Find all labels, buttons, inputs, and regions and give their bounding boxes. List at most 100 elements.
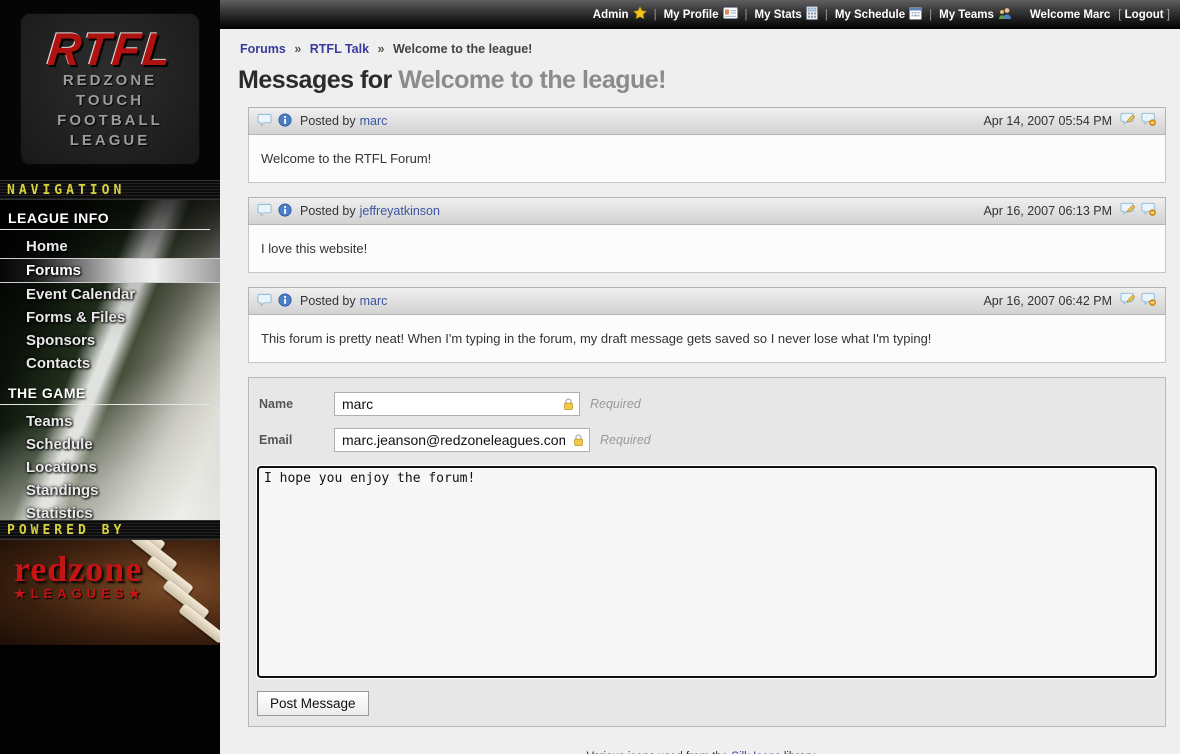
calculator-icon	[806, 6, 818, 23]
sidebar-item-teams[interactable]: Teams	[0, 410, 220, 433]
forum-message: Posted by marc Apr 14, 2007 05:54 PM Wel…	[248, 107, 1166, 183]
page-title-prefix: Messages for	[238, 66, 398, 94]
message-body: Welcome to the RTFL Forum!	[248, 135, 1166, 183]
comment-delete-icon[interactable]	[1141, 202, 1157, 220]
message-header-right: Apr 16, 2007 06:42 PM	[983, 292, 1157, 310]
admin-label: Admin	[593, 9, 629, 21]
message-timestamp: Apr 16, 2007 06:42 PM	[983, 294, 1112, 308]
the-game-list: Teams Schedule Locations Standings Stati…	[0, 405, 220, 520]
logout-wrap: [ Logout ]	[1118, 9, 1170, 21]
sidebar-item-standings[interactable]: Standings	[0, 479, 220, 502]
page-footer: Various icons used from the Silk Icons l…	[238, 747, 1166, 754]
welcome-user-label: Welcome Marc	[1030, 9, 1110, 21]
required-label: Required	[600, 433, 651, 447]
message-header-icons	[257, 293, 292, 310]
league-info-list: Home Forums Event Calendar Forms & Files…	[0, 230, 220, 375]
topbar: Admin | My Profile | My Stats | My Sched…	[220, 0, 1180, 29]
post-message-button[interactable]: Post Message	[257, 691, 369, 716]
comment-icon[interactable]	[257, 113, 272, 130]
topbar-my-schedule-link[interactable]: My Schedule	[835, 6, 922, 23]
required-label: Required	[590, 397, 641, 411]
content: Forums » RTFL Talk » Welcome to the leag…	[220, 29, 1180, 754]
message-header-icons	[257, 113, 292, 130]
topbar-my-teams-link[interactable]: My Teams	[939, 7, 1012, 23]
breadcrumb-current: Welcome to the league!	[393, 42, 532, 56]
rtfl-logo: RTFL REDZONE TOUCH FOOTBALL LEAGUE	[20, 13, 200, 165]
logo-line: LEAGUE	[57, 131, 163, 151]
name-row: Name Required	[257, 392, 1157, 416]
info-icon[interactable]	[278, 293, 292, 310]
rtfl-logo-acronym: RTFL	[45, 27, 174, 71]
comment-delete-icon[interactable]	[1141, 292, 1157, 310]
sidebar-bottom-fill	[0, 650, 220, 754]
breadcrumb-separator: »	[378, 42, 385, 56]
sidebar-item-forums[interactable]: Forums	[0, 258, 220, 283]
message-body: This forum is pretty neat! When I'm typi…	[248, 315, 1166, 363]
author-link[interactable]: jeffreyatkinson	[360, 204, 440, 218]
sidebar-item-sponsors[interactable]: Sponsors	[0, 329, 220, 352]
topbar-my-profile-link[interactable]: My Profile	[664, 7, 738, 22]
breadcrumb-separator: »	[294, 42, 301, 56]
email-label: Email	[257, 433, 334, 447]
forum-message: Posted by marc Apr 16, 2007 06:42 PM Thi…	[248, 287, 1166, 363]
powered-by-header: POWERED BY	[0, 520, 220, 540]
sidebar-item-schedule[interactable]: Schedule	[0, 433, 220, 456]
comment-edit-icon[interactable]	[1120, 202, 1136, 220]
name-label: Name	[257, 397, 334, 411]
redzone-wordmark: redzone	[14, 552, 220, 586]
redzone-leagues-label: ★LEAGUES★	[14, 586, 220, 602]
my-schedule-label: My Schedule	[835, 9, 905, 21]
the-game-section: THE GAME Teams Schedule Locations Standi…	[0, 375, 220, 520]
logout-link[interactable]: Logout	[1125, 9, 1164, 21]
name-input-wrap	[334, 392, 580, 416]
message-body: I love this website!	[248, 225, 1166, 273]
email-input[interactable]	[334, 428, 590, 452]
logo-line: TOUCH	[57, 91, 163, 111]
rtfl-logo-lines: REDZONE TOUCH FOOTBALL LEAGUE	[57, 71, 163, 151]
topbar-separator: |	[825, 9, 828, 21]
comment-icon[interactable]	[257, 293, 272, 310]
message-header: Posted by marc Apr 16, 2007 06:42 PM	[248, 287, 1166, 315]
sidebar-item-forms-files[interactable]: Forms & Files	[0, 306, 220, 329]
author-link[interactable]: marc	[360, 294, 388, 308]
the-game-title: THE GAME	[0, 375, 210, 405]
comment-edit-icon[interactable]	[1120, 292, 1136, 310]
sidebar-item-contacts[interactable]: Contacts	[0, 352, 220, 375]
sidebar-item-statistics[interactable]: Statistics	[0, 502, 220, 520]
sidebar-nav-area: LEAGUE INFO Home Forums Event Calendar F…	[0, 200, 220, 520]
id-card-icon	[723, 7, 738, 22]
redzone-leagues-logo[interactable]: redzone ★LEAGUES★	[0, 540, 220, 645]
lock-icon	[572, 434, 585, 452]
info-icon[interactable]	[278, 113, 292, 130]
email-row: Email Required	[257, 428, 1157, 452]
topbar-separator: |	[745, 9, 748, 21]
breadcrumb-rtfl-talk-link[interactable]: RTFL Talk	[310, 42, 369, 56]
logo-panel: RTFL REDZONE TOUCH FOOTBALL LEAGUE	[0, 0, 220, 180]
sidebar: RTFL REDZONE TOUCH FOOTBALL LEAGUE NAVIG…	[0, 0, 220, 754]
message-textarea[interactable]	[257, 466, 1157, 678]
comment-delete-icon[interactable]	[1141, 112, 1157, 130]
comment-edit-icon[interactable]	[1120, 112, 1136, 130]
my-teams-label: My Teams	[939, 9, 994, 21]
topbar-separator: |	[654, 9, 657, 21]
comment-icon[interactable]	[257, 203, 272, 220]
author-link[interactable]: marc	[360, 114, 388, 128]
topbar-my-stats-link[interactable]: My Stats	[755, 6, 818, 23]
name-input[interactable]	[334, 392, 580, 416]
sidebar-item-home[interactable]: Home	[0, 235, 220, 258]
logout-bracket: ]	[1167, 9, 1170, 21]
page-title: Messages for Welcome to the league!	[238, 62, 1166, 107]
topbar-admin-link[interactable]: Admin	[593, 6, 647, 23]
post-message-form: Name Required Email Required	[248, 377, 1166, 727]
page-title-topic: Welcome to the league!	[398, 66, 666, 94]
breadcrumb-forums-link[interactable]: Forums	[240, 42, 286, 56]
footer-icons-credit: Various icons used from the Silk Icons l…	[238, 747, 1166, 754]
message-header: Posted by marc Apr 14, 2007 05:54 PM	[248, 107, 1166, 135]
message-header-icons	[257, 203, 292, 220]
info-icon[interactable]	[278, 203, 292, 220]
sidebar-item-locations[interactable]: Locations	[0, 456, 220, 479]
sidebar-item-event-calendar[interactable]: Event Calendar	[0, 283, 220, 306]
message-header-right: Apr 14, 2007 05:54 PM	[983, 112, 1157, 130]
message-timestamp: Apr 16, 2007 06:13 PM	[983, 204, 1112, 218]
page: RTFL REDZONE TOUCH FOOTBALL LEAGUE NAVIG…	[0, 0, 1180, 754]
